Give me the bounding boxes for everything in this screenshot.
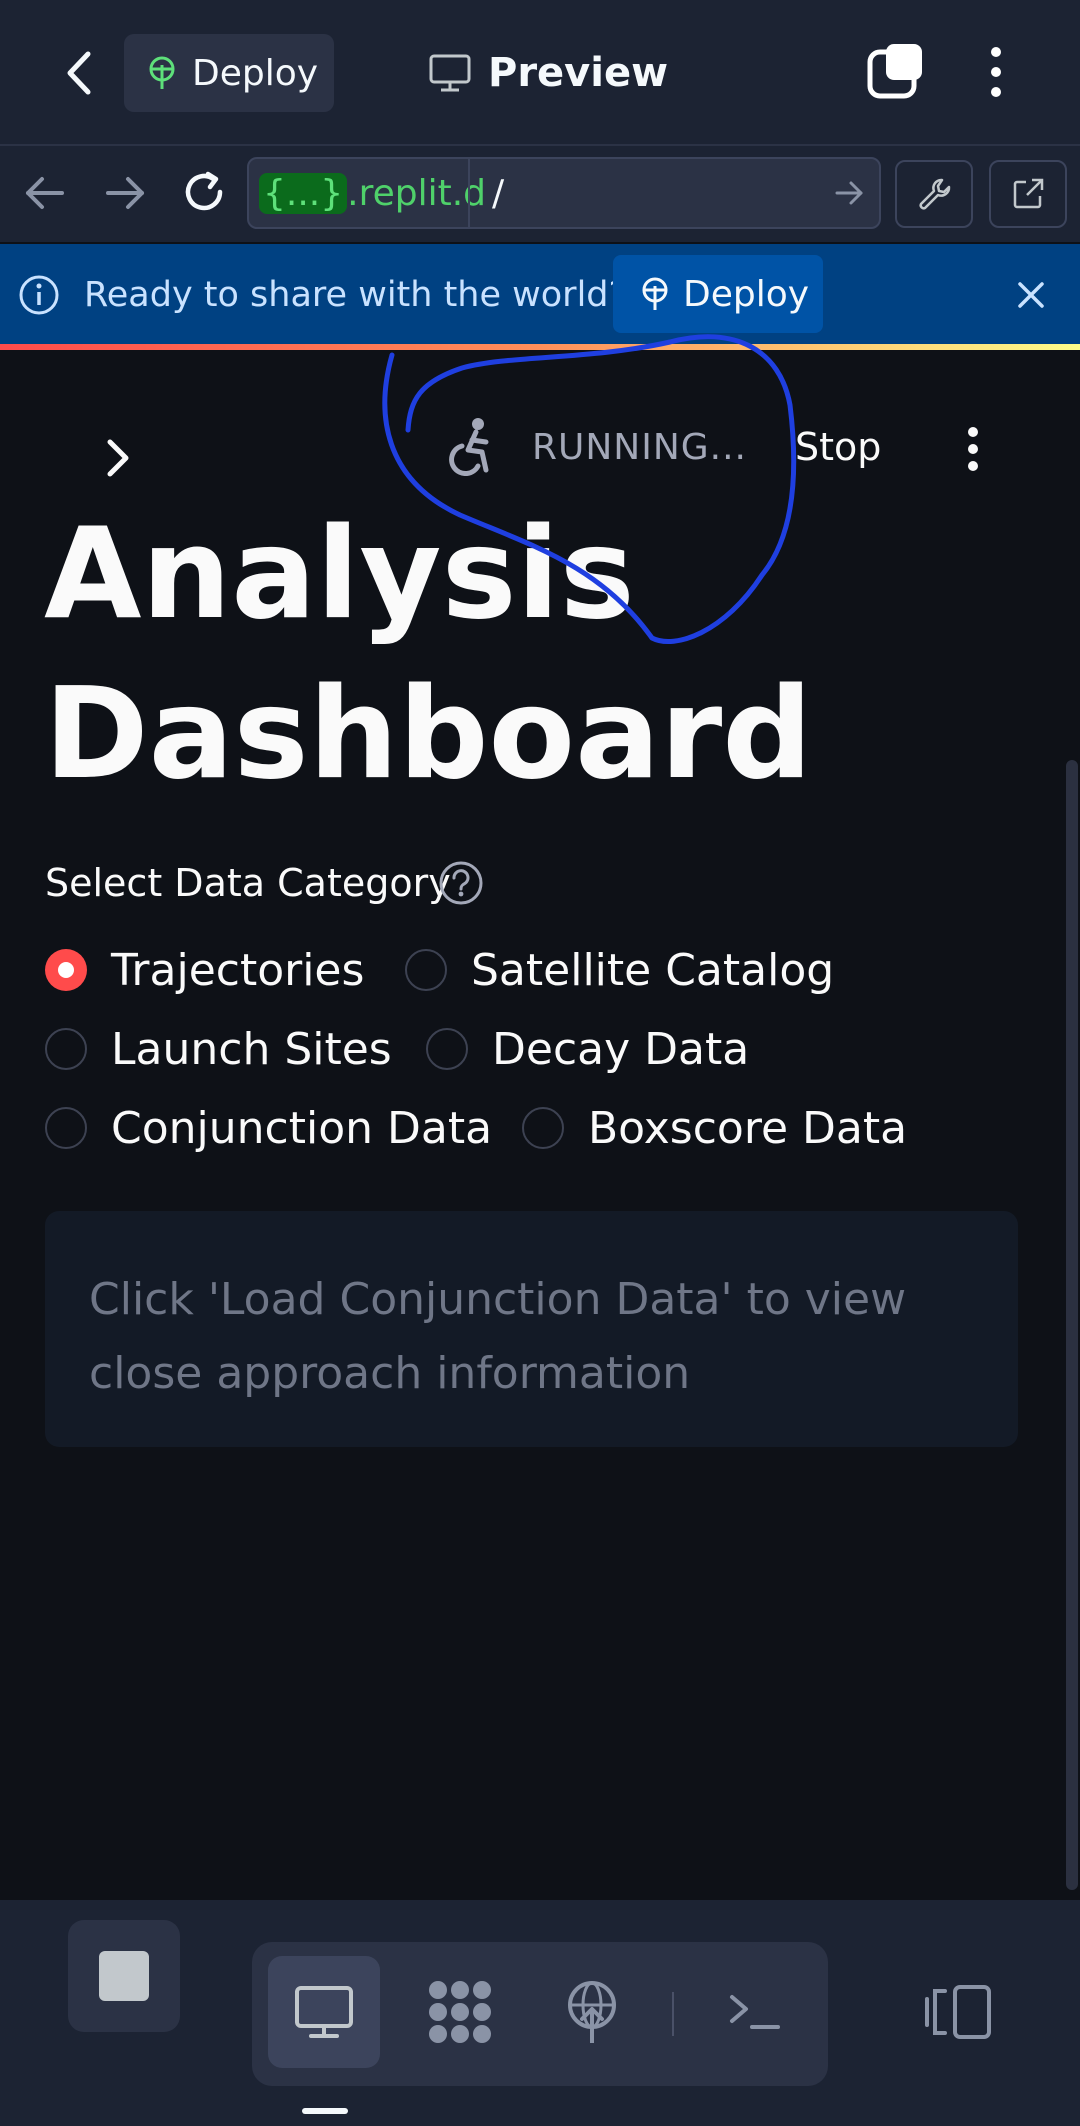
preview-tab[interactable]: Preview bbox=[428, 40, 668, 106]
deploy-banner-label: Deploy bbox=[683, 273, 810, 315]
deploy-label: Deploy bbox=[192, 52, 319, 94]
radio-decay-data[interactable]: Decay Data bbox=[426, 1019, 749, 1079]
monitor-icon bbox=[295, 1986, 353, 2038]
stop-run-button[interactable] bbox=[68, 1920, 180, 2032]
running-icon bbox=[446, 416, 496, 476]
radio-button[interactable] bbox=[522, 1107, 564, 1149]
deploy-button-banner[interactable]: Deploy bbox=[613, 255, 823, 333]
tabs-icon[interactable] bbox=[866, 42, 926, 102]
back-button[interactable] bbox=[50, 40, 110, 106]
arrow-right-icon[interactable] bbox=[100, 168, 150, 218]
arrow-left-icon[interactable] bbox=[20, 168, 70, 218]
info-message: Click 'Load Conjunction Data' to view cl… bbox=[89, 1274, 907, 1399]
chevron-left-icon bbox=[67, 51, 91, 95]
banner-accent-line bbox=[0, 344, 1080, 350]
preview-label: Preview bbox=[488, 50, 669, 96]
chevron-right-icon[interactable] bbox=[100, 436, 136, 480]
deploy-icon bbox=[642, 277, 668, 310]
deploy-icon bbox=[568, 1981, 616, 2043]
layout-icon bbox=[925, 1985, 991, 2039]
radio-label: Boxscore Data bbox=[588, 1102, 908, 1154]
toolbar-divider bbox=[672, 1992, 674, 2036]
shell-tool-button[interactable] bbox=[702, 1956, 806, 2068]
open-external-button[interactable] bbox=[989, 160, 1067, 228]
url-field[interactable]: {...} .replit.d / bbox=[247, 157, 881, 229]
monitor-icon bbox=[429, 54, 471, 92]
help-icon[interactable] bbox=[438, 860, 484, 906]
radio-boxscore-data[interactable]: Boxscore Data bbox=[522, 1098, 907, 1158]
home-indicator bbox=[302, 2108, 348, 2114]
page-title-line-1: Analysis bbox=[44, 500, 635, 647]
radio-satellite-catalog[interactable]: Satellite Catalog bbox=[405, 940, 834, 1000]
go-arrow-icon[interactable] bbox=[829, 173, 869, 213]
page-title: Analysis Dashboard bbox=[44, 494, 944, 814]
radio-launch-sites[interactable]: Launch Sites bbox=[45, 1019, 392, 1079]
stop-button[interactable]: Stop bbox=[795, 420, 881, 474]
stop-icon bbox=[99, 1951, 149, 2001]
page-title-line-2: Dashboard bbox=[44, 660, 813, 807]
radio-button[interactable] bbox=[426, 1028, 468, 1070]
kebab-icon[interactable] bbox=[960, 424, 986, 474]
radio-button[interactable] bbox=[405, 949, 447, 991]
kebab-icon[interactable] bbox=[976, 42, 1016, 102]
shell-icon bbox=[730, 1995, 780, 2029]
radio-label: Trajectories bbox=[111, 944, 365, 996]
radio-button[interactable] bbox=[45, 1028, 87, 1070]
radio-label: Satellite Catalog bbox=[471, 944, 835, 996]
running-status: RUNNING... bbox=[532, 426, 747, 468]
workflows-tool-button[interactable] bbox=[408, 1956, 512, 2068]
reload-icon[interactable] bbox=[178, 166, 230, 218]
category-label: Select Data Category bbox=[45, 861, 451, 905]
radio-button[interactable] bbox=[45, 949, 87, 991]
url-path[interactable]: / bbox=[492, 159, 504, 227]
radio-button[interactable] bbox=[45, 1107, 87, 1149]
wrench-icon bbox=[919, 178, 951, 210]
radio-conjunction-data[interactable]: Conjunction Data bbox=[45, 1098, 492, 1158]
banner-message: Ready to share with the world? bbox=[84, 275, 628, 315]
deploy-tool-button[interactable] bbox=[540, 1956, 644, 2068]
radio-label: Launch Sites bbox=[111, 1023, 392, 1075]
radio-trajectories[interactable]: Trajectories bbox=[45, 940, 364, 1000]
external-link-icon bbox=[1013, 178, 1044, 209]
radio-label: Conjunction Data bbox=[111, 1102, 493, 1154]
radio-label: Decay Data bbox=[492, 1023, 750, 1075]
deploy-button-top[interactable]: Deploy bbox=[124, 34, 334, 112]
close-icon[interactable] bbox=[1010, 274, 1052, 316]
webview-tool-button[interactable] bbox=[268, 1956, 380, 2068]
info-box: Click 'Load Conjunction Data' to view cl… bbox=[45, 1211, 1018, 1447]
workflows-icon bbox=[429, 1981, 491, 2043]
url-separator bbox=[468, 159, 470, 227]
info-icon bbox=[18, 274, 60, 316]
layout-toggle-button[interactable] bbox=[908, 1956, 1008, 2068]
devtools-button[interactable] bbox=[895, 160, 973, 228]
scrollbar[interactable] bbox=[1066, 760, 1078, 1890]
deploy-icon bbox=[149, 56, 175, 89]
url-domain: {...} .replit.d bbox=[259, 159, 486, 227]
